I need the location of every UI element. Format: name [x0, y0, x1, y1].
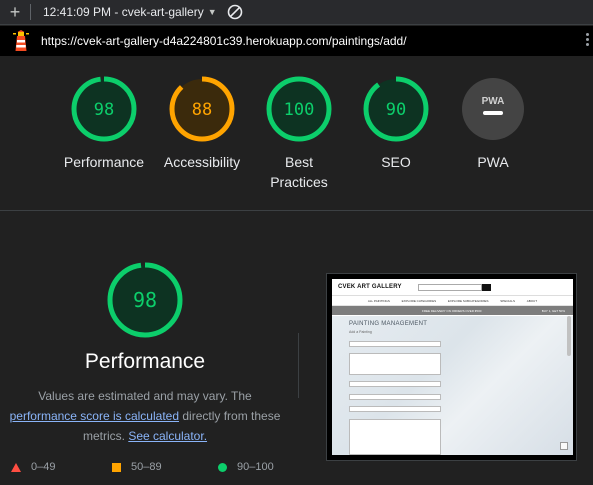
section-divider — [298, 333, 299, 398]
legend-average: 50–89 — [112, 461, 162, 473]
screenshot-nav-item: ALL PAINTINGS — [367, 298, 390, 303]
performance-score: 98 — [133, 288, 157, 312]
screenshot-body: PAINTING MANAGEMENT Add a Painting — [332, 316, 573, 455]
url-bar: https://cvek-art-gallery-d4a224801c39.he… — [0, 26, 593, 56]
gauge-score: 90 — [386, 100, 406, 120]
screenshot-nav-item: ABOUT — [526, 298, 538, 303]
screenshot-nav: ALL PAINTINGS EXPLORE CATEGORIES EXPLORE… — [332, 296, 573, 306]
screenshot-field — [349, 341, 441, 347]
screenshot-field — [349, 394, 441, 400]
page-url[interactable]: https://cvek-art-gallery-d4a224801c39.he… — [41, 34, 407, 48]
screenshot-field — [349, 353, 441, 375]
report-title: 12:41:09 PM - cvek-art-gallery — [43, 5, 204, 19]
gauge-label: SEO — [381, 154, 411, 170]
performance-summary: 98 Performance Values are estimated and … — [0, 212, 300, 485]
performance-title: Performance — [84, 350, 206, 373]
legend-range: 90–100 — [237, 461, 274, 473]
gauge-score: 98 — [94, 100, 114, 120]
screenshot-search-box — [417, 283, 482, 291]
gauge-ring: 90 — [363, 76, 429, 142]
legend-range: 0–49 — [31, 461, 56, 473]
screenshot-field — [349, 419, 441, 455]
screenshot-nav-item: SPECIALS — [500, 298, 515, 303]
category-gauges: 98 Performance 88 Accessibility 100 Best… — [0, 56, 593, 211]
new-tab-button[interactable]: + — [0, 1, 30, 23]
screenshot-promo-bar: FREE DELIVERY ON ORDERS OVER €500 BUY 1,… — [332, 306, 573, 315]
gauge-label: Performance — [63, 154, 145, 170]
gauge-best-practices[interactable]: 100 Best Practices — [244, 76, 354, 192]
screenshot-logo: CVEK ART GALLERY — [338, 284, 402, 290]
screenshot-corner-icon — [560, 442, 568, 450]
legend-fail: 0–49 — [11, 461, 55, 473]
toolbar-separator — [30, 4, 31, 20]
score-calculated-link[interactable]: performance score is calculated — [10, 409, 179, 423]
legend-range: 50–89 — [131, 461, 162, 473]
screenshot-field — [349, 381, 441, 387]
fail-triangle-icon — [11, 462, 21, 472]
gauge-seo[interactable]: 90 SEO — [341, 76, 451, 172]
screenshot-heading: PAINTING MANAGEMENT — [349, 321, 428, 327]
legend-pass: 90–100 — [218, 461, 274, 473]
caret-down-icon[interactable]: ▼ — [208, 7, 217, 17]
gauge-score: 100 — [284, 100, 315, 120]
screenshot-header: CVEK ART GALLERY — [332, 279, 573, 296]
screenshot-scrollbar — [567, 316, 571, 356]
screenshot-promo-text: BUY 1, GET 50% — [541, 308, 565, 313]
gauge-ring: 100 — [266, 76, 332, 142]
see-calculator-link[interactable]: See calculator. — [128, 429, 207, 443]
gauge-pwa[interactable]: PWA PWA — [438, 76, 548, 172]
kebab-menu-icon[interactable] — [585, 31, 590, 51]
screenshot-promo-text: FREE DELIVERY ON ORDERS OVER €500 — [422, 308, 482, 313]
gauge-label: Accessibility — [163, 154, 241, 170]
pass-circle-icon — [218, 462, 227, 472]
gauge-ring: 88 — [169, 76, 235, 142]
svg-text:PWA: PWA — [482, 96, 505, 107]
screenshot-search-button — [481, 283, 491, 291]
pwa-badge-icon: PWA — [462, 78, 524, 140]
gauge-label: Best Practices — [270, 154, 328, 190]
block-icon[interactable] — [227, 4, 243, 20]
lighthouse-icon — [13, 30, 29, 51]
gauge-label: PWA — [477, 154, 509, 170]
screenshot-content: CVEK ART GALLERY ALL PAINTINGS EXPLORE C… — [332, 279, 573, 455]
page-screenshot[interactable]: CVEK ART GALLERY ALL PAINTINGS EXPLORE C… — [326, 273, 577, 461]
gauge-ring: 98 — [71, 76, 137, 142]
screenshot-nav-item: EXPLORE SUBCATEGORIES — [447, 298, 489, 303]
gauge-accessibility[interactable]: 88 Accessibility — [147, 76, 257, 172]
screenshot-nav-item: EXPLORE CATEGORIES — [401, 298, 437, 303]
gauge-performance[interactable]: 98 Performance — [49, 76, 159, 172]
top-toolbar: + 12:41:09 PM - cvek-art-gallery ▼ — [0, 0, 593, 25]
performance-description: Values are estimated and may vary. The p… — [0, 386, 290, 446]
score-legend: 0–49 50–89 90–100 — [0, 461, 300, 477]
desc-text: Values are estimated and may vary. The — [38, 389, 252, 403]
gauge-score: 88 — [192, 100, 212, 120]
average-square-icon — [112, 462, 121, 472]
performance-gauge: 98 — [107, 262, 183, 338]
screenshot-field — [349, 406, 441, 412]
screenshot-subheading: Add a Painting — [349, 330, 372, 334]
